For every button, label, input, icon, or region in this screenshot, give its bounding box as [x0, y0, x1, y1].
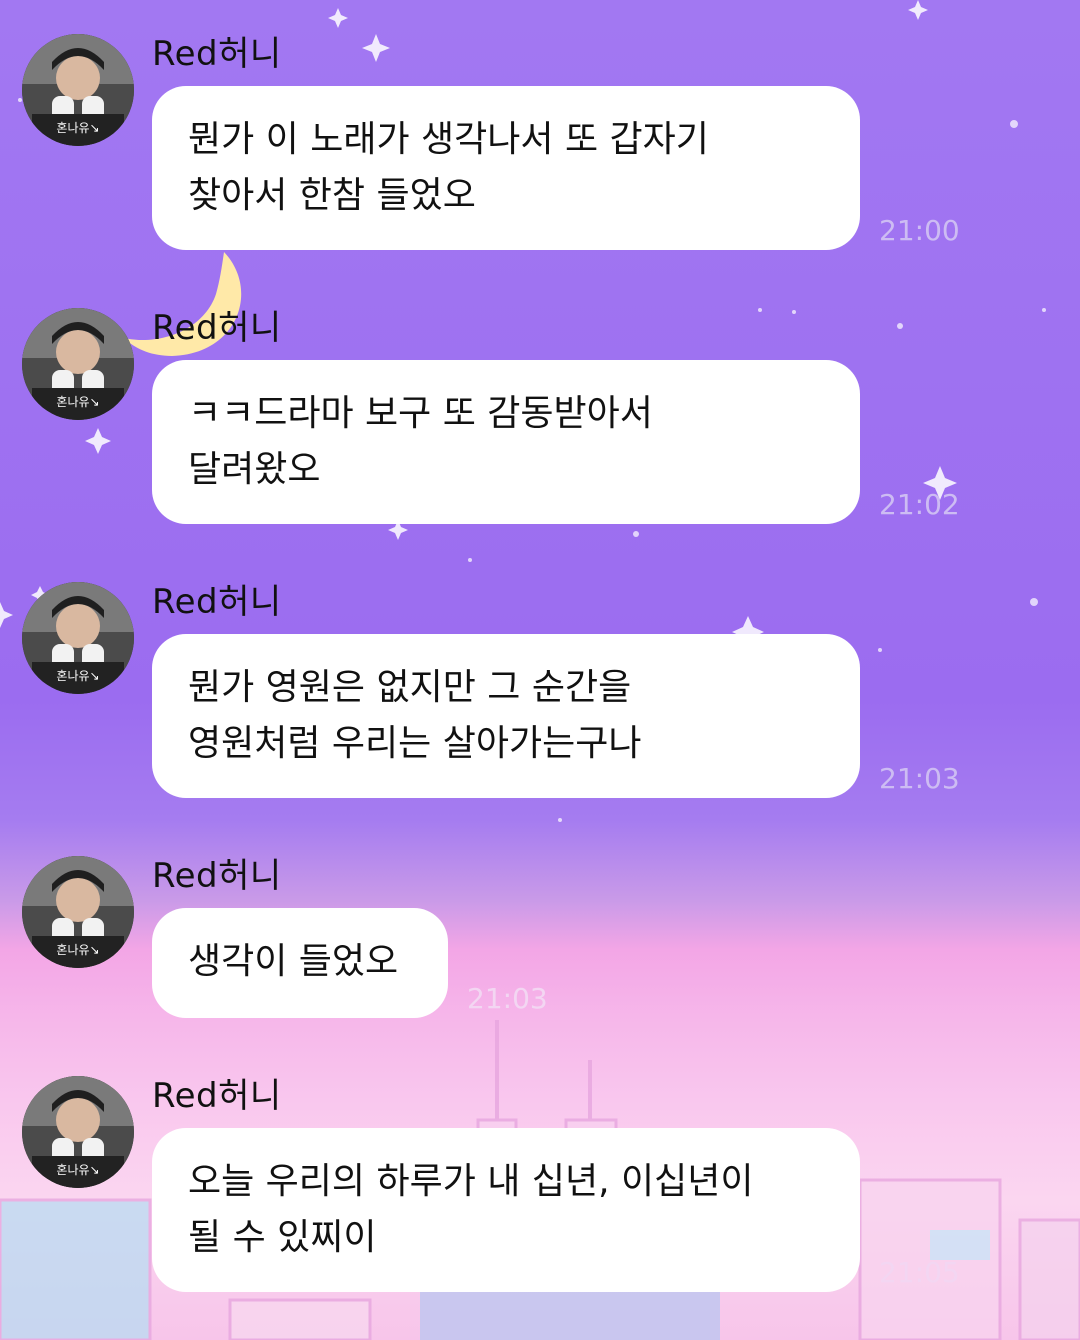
star-icon — [85, 428, 111, 454]
star-icon — [0, 602, 13, 628]
avatar-caption: 혼나유↘ — [56, 395, 100, 409]
avatar-caption: 혼나유↘ — [56, 669, 100, 683]
message-line: 달려왔오 — [188, 449, 321, 490]
message-timestamp: 21:02 — [879, 488, 960, 521]
star-icon — [362, 34, 390, 62]
avatar-caption: 혼나유↘ — [56, 943, 100, 957]
message-bubble[interactable]: ㅋㅋ드라마 보구 또 감동받아서 달려왔오 — [152, 360, 860, 524]
message-bubble[interactable]: 뭔가 영원은 없지만 그 순간을 영원처럼 우리는 살아가는구나 — [152, 634, 860, 798]
star-icon — [908, 0, 928, 20]
message-line: 오늘 우리의 하루가 내 십년, 이십년이 — [188, 1161, 754, 1202]
message-bubble[interactable]: 오늘 우리의 하루가 내 십년, 이십년이 될 수 있찌이 — [152, 1128, 860, 1292]
avatar-caption: 혼나유↘ — [56, 1163, 100, 1177]
message-timestamp: 21:03 — [467, 982, 548, 1015]
star-icon — [328, 8, 348, 28]
avatar[interactable]: 혼나유↘ — [22, 856, 134, 968]
message-bubble[interactable]: 뭔가 이 노래가 생각나서 또 갑자기 찾아서 한참 들었오 — [152, 86, 860, 250]
message-timestamp: 21:00 — [879, 214, 960, 247]
message-timestamp: 21:03 — [879, 762, 960, 795]
message-line: 생각이 들었오 — [188, 941, 399, 982]
avatar[interactable]: 혼나유↘ — [22, 308, 134, 420]
avatar[interactable]: 혼나유↘ — [22, 582, 134, 694]
sender-name: Red허니 — [152, 582, 282, 622]
message-line: ㅋㅋ드라마 보구 또 감동받아서 — [188, 393, 653, 434]
avatar-caption: 혼나유↘ — [56, 121, 100, 135]
message-timestamp: 21:05 — [879, 1256, 960, 1289]
message-line: 뭔가 이 노래가 생각나서 또 갑자기 — [188, 119, 709, 160]
avatar[interactable]: 혼나유↘ — [22, 34, 134, 146]
message-line: 영원처럼 우리는 살아가는구나 — [188, 723, 642, 764]
message-line: 뭔가 영원은 없지만 그 순간을 — [188, 667, 632, 708]
sender-name: Red허니 — [152, 1076, 282, 1116]
message-line: 될 수 있찌이 — [188, 1217, 377, 1258]
sender-name: Red허니 — [152, 308, 282, 348]
message-line: 찾아서 한참 들었오 — [188, 175, 476, 216]
sender-name: Red허니 — [152, 856, 282, 896]
avatar[interactable]: 혼나유↘ — [22, 1076, 134, 1188]
sender-name: Red허니 — [152, 34, 282, 74]
message-bubble[interactable]: 생각이 들었오 — [152, 908, 448, 1018]
